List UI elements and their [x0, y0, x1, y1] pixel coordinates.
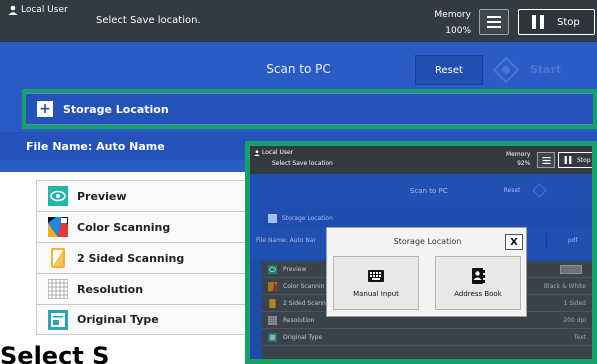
- scan-to-pc-screen: Local User Select Save location. Memory …: [0, 0, 597, 364]
- user-icon: [8, 5, 18, 15]
- inset-status-bar: Local User Select Save location Memory 9…: [250, 146, 592, 174]
- inset-file-name-label: File Name: Auto Nar: [256, 237, 317, 244]
- options-list: Preview Color Scanning 2 Sided Scanning …: [36, 180, 260, 335]
- preview-toggle: [560, 264, 582, 274]
- user-button[interactable]: Local User: [8, 5, 68, 15]
- stop-button[interactable]: Stop: [518, 9, 595, 35]
- option-label: 2 Sided Scanning: [77, 251, 185, 265]
- option-resolution[interactable]: Resolution: [36, 273, 260, 304]
- manual-input-button[interactable]: Manual Input: [333, 256, 419, 310]
- inset-reset-button: Reset: [503, 187, 521, 194]
- address-book-icon: [472, 268, 485, 284]
- inset-stop-button: Stop: [558, 152, 592, 168]
- option-label: Color Scanning: [77, 220, 171, 234]
- file-name-label: File Name: Auto Name: [26, 139, 165, 153]
- inset-user-label: Local User: [262, 149, 294, 156]
- resolution-grid-icon: [47, 279, 69, 299]
- status-bar: Local User Select Save location. Memory …: [0, 0, 597, 42]
- divider: [546, 233, 547, 249]
- resolution-grid-icon: [268, 315, 277, 325]
- preview-eye-icon: [268, 264, 277, 274]
- two-sided-icon: [47, 248, 69, 268]
- inset-storage-row: Storage Location: [262, 208, 592, 228]
- option-label: Resolution: [77, 282, 144, 296]
- memory-value: 100%: [445, 26, 471, 36]
- user-icon: [254, 149, 260, 156]
- option-color-scanning[interactable]: Color Scanning: [36, 211, 260, 242]
- inset-storage-label: Storage Location: [282, 214, 333, 222]
- pause-icon: [532, 15, 544, 29]
- inset-status-message: Select Save location: [272, 160, 333, 167]
- option-label: Original Type: [77, 313, 159, 326]
- inset-format-label: pdf: [568, 237, 578, 244]
- manual-input-label: Manual Input: [353, 290, 399, 298]
- inset-option-value: Black & White: [543, 282, 586, 290]
- inset-memory-label: Memory: [506, 151, 531, 158]
- inset-memory: Memory 92%: [506, 150, 530, 168]
- inset-menu-button: [537, 152, 555, 168]
- option-2-sided-scanning[interactable]: 2 Sided Scanning: [36, 242, 260, 273]
- storage-location-dialog: Storage Location X Manual Input Address …: [326, 227, 527, 317]
- inset-option-value: 200 dpi: [563, 316, 586, 324]
- option-label: Preview: [77, 189, 127, 203]
- inset-option-value: 1 Sided: [563, 299, 586, 307]
- start-diamond-icon: [491, 55, 521, 85]
- stop-label: Stop: [557, 16, 580, 28]
- original-type-icon: [47, 309, 69, 330]
- memory-label: Memory: [434, 10, 471, 20]
- inset-option-original-type: Original Type Text: [262, 329, 592, 346]
- preview-eye-icon: [47, 186, 69, 206]
- option-original-type[interactable]: Original Type: [36, 304, 260, 335]
- plus-icon: [268, 213, 277, 223]
- pause-icon: [564, 156, 572, 164]
- address-book-label: Address Book: [454, 290, 502, 298]
- start-diamond-icon: [532, 183, 547, 198]
- address-book-button[interactable]: Address Book: [435, 256, 521, 310]
- memory-indicator: Memory 100%: [434, 7, 471, 39]
- menu-button[interactable]: [479, 9, 509, 35]
- status-message: Select Save location.: [96, 15, 201, 26]
- inset-user: Local User: [254, 149, 293, 156]
- original-type-icon: [268, 332, 277, 342]
- close-button[interactable]: X: [505, 234, 523, 250]
- option-preview[interactable]: Preview: [36, 180, 260, 211]
- color-scanning-icon: [268, 281, 277, 291]
- inset-function-title: Scan to PC: [410, 187, 448, 195]
- hamburger-menu-icon: [541, 156, 551, 164]
- inset-memory-value: 92%: [517, 160, 531, 167]
- hamburger-menu-icon: [487, 16, 501, 28]
- two-sided-icon: [269, 298, 276, 308]
- inset-option-label: Resolution: [283, 316, 315, 324]
- inset-screenshot: Local User Select Save location Memory 9…: [245, 141, 597, 364]
- inset-stop-label: Stop: [577, 156, 591, 164]
- caption-text: Select S: [0, 342, 110, 364]
- highlight-frame: [22, 89, 597, 129]
- inset-option-label: Original Type: [283, 333, 323, 341]
- dialog-title: Storage Location: [393, 237, 462, 246]
- start-button[interactable]: Start: [530, 63, 561, 76]
- keyboard-icon: [368, 270, 384, 282]
- inset-option-value: Text: [573, 333, 586, 341]
- reset-button[interactable]: Reset: [415, 55, 483, 85]
- color-scanning-icon: [47, 217, 69, 237]
- user-label: Local User: [21, 5, 68, 15]
